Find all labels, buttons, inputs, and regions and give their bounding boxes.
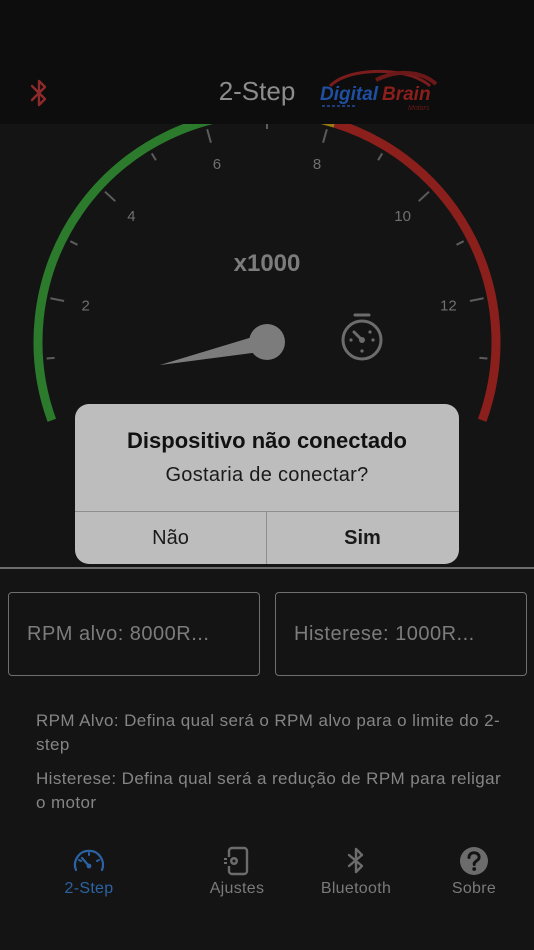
gauge-tick: [50, 297, 65, 302]
dialog-message: Gostaria de conectar?: [165, 464, 369, 486]
hysteresis-help-text: Histerese: Defina qual será a redução de…: [36, 769, 502, 812]
tab-bar: 2-Step Ajustes Bluetooth Sobre: [0, 840, 534, 910]
gauge-tick-label: 8: [313, 156, 321, 173]
section-divider: [0, 567, 534, 569]
gauge-multiplier-label: x1000: [234, 250, 301, 277]
gauge-tick: [377, 152, 384, 161]
dialog-title: Dispositivo não conectado: [127, 428, 407, 453]
needle-hub: [249, 324, 285, 360]
gauge-tick-label: 4: [127, 208, 135, 225]
gauge-tick: [69, 240, 78, 246]
gauge-tick-label: 2: [81, 297, 89, 314]
gauge-needle: [159, 324, 285, 366]
gauge-tick-label: 6: [213, 156, 221, 173]
dialog-yes-button[interactable]: Sim: [267, 512, 458, 564]
tab-ajustes[interactable]: Ajustes: [182, 840, 292, 910]
svg-text:Brain: Brain: [382, 84, 431, 105]
help-circle-icon: [460, 847, 488, 875]
tab-sobre[interactable]: Sobre: [419, 840, 529, 910]
tab-bluetooth[interactable]: Bluetooth: [301, 840, 411, 910]
gauge-tick: [456, 240, 465, 246]
gauge-tick: [206, 128, 212, 144]
tab-2-step[interactable]: 2-Step: [34, 840, 144, 910]
gauge-tick: [104, 190, 116, 202]
gauge-tick-label: 10: [394, 208, 411, 225]
timer-icon[interactable]: [341, 313, 383, 361]
tab-label: 2-Step: [64, 880, 114, 897]
gauge-tick: [479, 356, 488, 360]
gauge-tick: [322, 128, 328, 144]
rpm-target-help-text: RPM Alvo: Defina qual será o RPM alvo pa…: [36, 711, 501, 754]
gauge-tick: [469, 297, 484, 302]
tab-label: Ajustes: [209, 880, 265, 897]
tab-label: Bluetooth: [320, 880, 392, 897]
navigation-bar: 2-Step Digital Brain Motors: [0, 0, 534, 124]
svg-text:Motors: Motors: [408, 105, 430, 112]
gauge-tick: [418, 190, 430, 202]
svg-text:Digital: Digital: [320, 84, 379, 105]
gauge-red-zone: [333, 124, 501, 422]
connect-dialog: Dispositivo não conectado Gostaria de co…: [75, 404, 459, 564]
hysteresis-field[interactable]: Histerese: 1000R...: [275, 592, 527, 676]
dialog-no-button[interactable]: Não: [75, 512, 266, 564]
gauge-tick-label: 12: [440, 297, 457, 314]
page-title: 2-Step: [218, 76, 296, 106]
rpm-target-field[interactable]: RPM alvo: 8000R...: [8, 592, 260, 676]
gauge-tick: [150, 152, 157, 161]
tab-label: Sobre: [451, 880, 497, 897]
digitalbrain-logo: Digital Brain Motors: [320, 69, 438, 112]
settings-phone-icon: [224, 846, 249, 876]
gauge-tick: [46, 356, 55, 360]
bluetooth-icon: [347, 847, 364, 874]
speedometer-icon: [73, 849, 105, 872]
